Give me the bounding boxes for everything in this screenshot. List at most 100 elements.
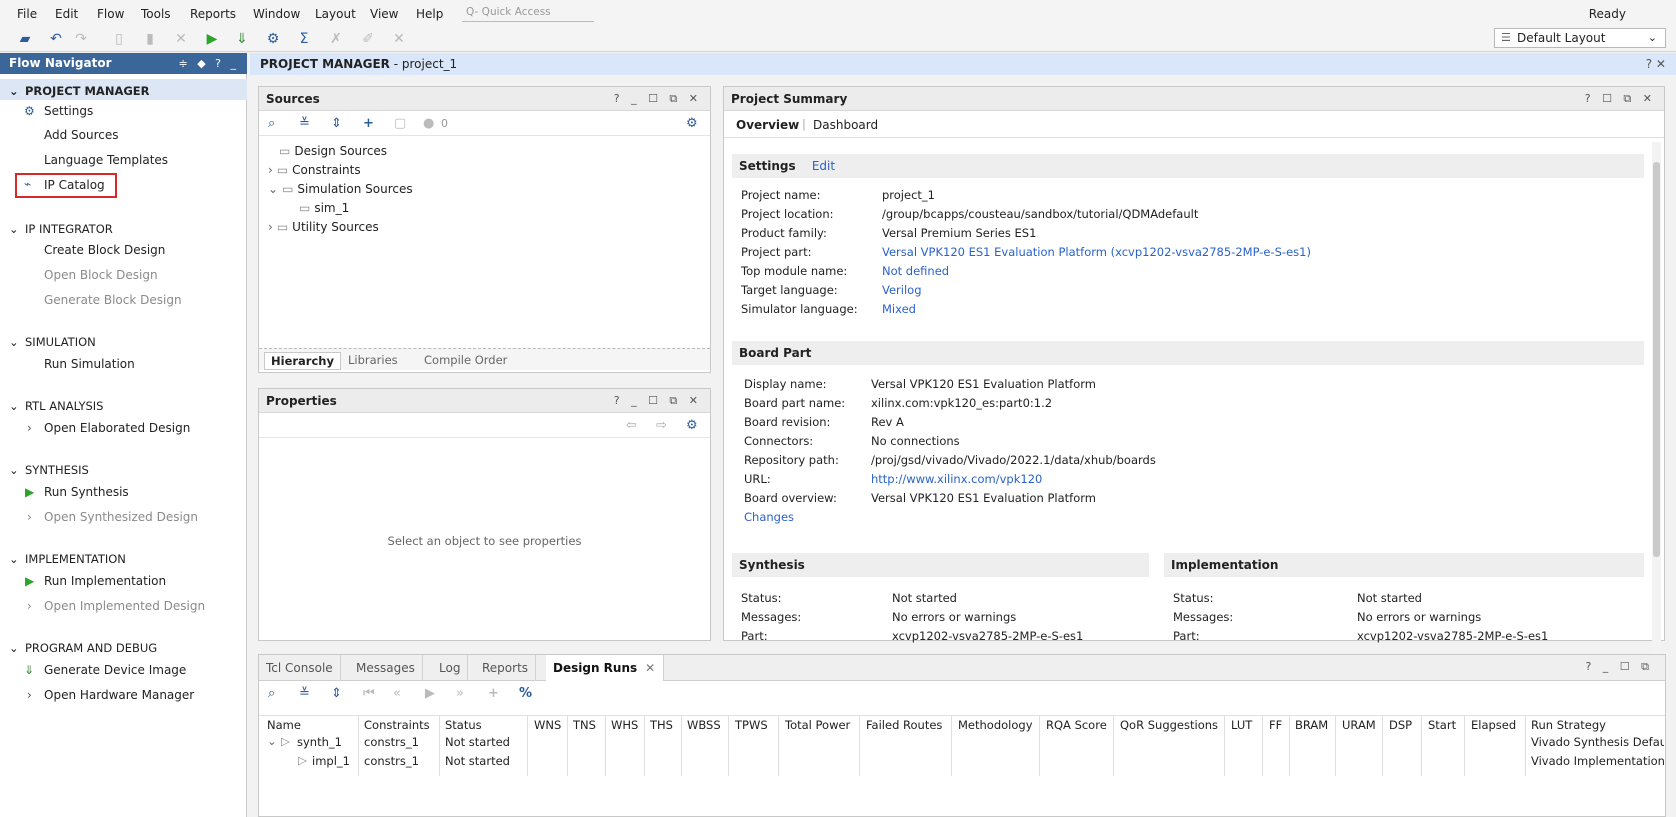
section-project-manager[interactable]: ⌄ PROJECT MANAGER	[9, 84, 150, 98]
generate-bitstream-icon[interactable]: ⇓	[233, 31, 251, 47]
section-synthesis[interactable]: ⌄ SYNTHESIS	[9, 463, 89, 477]
add-icon[interactable]: +	[488, 686, 499, 702]
nav-language-templates[interactable]: Language Templates	[44, 153, 168, 167]
col-qor-suggestions[interactable]: QoR Suggestions	[1120, 716, 1218, 734]
settings-edit-link[interactable]: Edit	[812, 159, 835, 173]
menu-flow[interactable]: Flow	[97, 7, 124, 21]
nav-run-simulation[interactable]: Run Simulation	[44, 357, 135, 371]
col-lut[interactable]: LUT	[1231, 716, 1252, 734]
redo-icon[interactable]: ↷	[72, 31, 90, 47]
tab-reports[interactable]: Reports	[475, 655, 537, 681]
col-failed-routes[interactable]: Failed Routes	[866, 716, 942, 734]
nav-open-implemented-design[interactable]: Open Implemented Design	[44, 599, 205, 613]
tab-design-runs[interactable]: Design Runs ✕	[546, 655, 665, 681]
tab-compile-order[interactable]: Compile Order	[418, 352, 513, 368]
rewind-icon[interactable]: «	[393, 686, 401, 702]
flow-navigator-controls[interactable]: ≑ ◆ ? _	[178, 53, 239, 74]
tree-utility-sources[interactable]: › ▭ Utility Sources	[268, 220, 379, 234]
copy-icon[interactable]: ▯	[110, 31, 128, 47]
section-implementation[interactable]: ⌄ IMPLEMENTATION	[9, 552, 126, 566]
sigma-icon[interactable]: Σ	[295, 31, 313, 47]
col-wns[interactable]: WNS	[534, 716, 561, 734]
cancel-icon[interactable]: ✕	[390, 31, 408, 47]
tab-tcl-console[interactable]: Tcl Console	[259, 655, 341, 681]
col-whs[interactable]: WHS	[611, 716, 638, 734]
layout-select[interactable]: ☰ Default Layout ⌄	[1494, 28, 1666, 48]
col-ths[interactable]: THS	[650, 716, 673, 734]
expand-all-icon[interactable]: ⇕	[331, 686, 342, 702]
expand-all-icon[interactable]: ⇕	[331, 116, 342, 132]
section-ip-integrator[interactable]: ⌄ IP INTEGRATOR	[9, 222, 113, 236]
tab-libraries[interactable]: Libraries	[342, 352, 404, 368]
nav-add-sources[interactable]: Add Sources	[44, 128, 119, 142]
help-doc-icon[interactable]: ▢	[394, 116, 406, 132]
menu-edit[interactable]: Edit	[55, 7, 78, 21]
close-icon[interactable]: ✕	[645, 655, 655, 681]
wand-icon[interactable]: ✐	[359, 31, 377, 47]
board-url-link[interactable]: http://www.xilinx.com/vpk120	[871, 472, 1042, 486]
col-tns[interactable]: TNS	[573, 716, 596, 734]
paste-icon[interactable]: ▮	[141, 31, 159, 47]
col-bram[interactable]: BRAM	[1295, 716, 1328, 734]
menu-reports[interactable]: Reports	[190, 7, 236, 21]
sources-controls[interactable]: ? _ ☐ ⧉ ✕	[614, 87, 702, 111]
simulator-language-link[interactable]: Mixed	[882, 302, 916, 316]
summary-controls[interactable]: ? ☐ ⧉ ✕	[1585, 87, 1656, 111]
col-total-power[interactable]: Total Power	[785, 716, 850, 734]
properties-controls[interactable]: ? _ ☐ ⧉ ✕	[614, 389, 702, 413]
board-changes-link[interactable]: Changes	[744, 510, 794, 524]
search-icon[interactable]: ⌕	[268, 116, 275, 132]
gear-icon[interactable]: ⚙	[686, 116, 698, 132]
col-constraints[interactable]: Constraints	[364, 716, 430, 734]
tree-sim-1[interactable]: ▭ sim_1	[299, 201, 349, 215]
menu-file[interactable]: File	[17, 7, 37, 21]
nav-create-block-design[interactable]: Create Block Design	[44, 243, 165, 257]
top-module-link[interactable]: Not defined	[882, 264, 949, 278]
play-icon[interactable]: ▶	[425, 686, 435, 702]
col-tpws[interactable]: TPWS	[735, 716, 768, 734]
tab-messages[interactable]: Messages	[349, 655, 423, 681]
nav-generate-block-design[interactable]: Generate Block Design	[44, 293, 182, 307]
tree-simulation-sources[interactable]: ⌄ ▭ Simulation Sources	[268, 182, 413, 196]
debug-icon[interactable]: ✗	[327, 31, 345, 47]
nav-run-implementation[interactable]: Run Implementation	[44, 574, 166, 588]
tree-constraints[interactable]: › ▭ Constraints	[268, 163, 361, 177]
col-run-strategy[interactable]: Run Strategy	[1531, 716, 1606, 734]
menu-help[interactable]: Help	[416, 7, 443, 21]
target-language-link[interactable]: Verilog	[882, 283, 922, 297]
collapse-all-icon[interactable]: ≚	[299, 686, 310, 702]
gear-icon[interactable]: ⚙	[686, 418, 698, 434]
tab-log[interactable]: Log	[432, 655, 469, 681]
bottom-controls[interactable]: ? _ ☐ ⧉	[1585, 660, 1653, 674]
tab-hierarchy[interactable]: Hierarchy	[264, 352, 341, 370]
col-elapsed[interactable]: Elapsed	[1471, 716, 1516, 734]
menu-view[interactable]: View	[370, 7, 398, 21]
summary-scroll-thumb[interactable]	[1653, 162, 1660, 557]
col-start[interactable]: Start	[1428, 716, 1456, 734]
add-icon[interactable]: +	[363, 116, 374, 132]
first-icon[interactable]: ⏮	[363, 686, 375, 702]
quick-access-input[interactable]: Q- Quick Access	[462, 4, 594, 22]
nav-open-elaborated-design[interactable]: Open Elaborated Design	[44, 421, 190, 435]
col-wbss[interactable]: WBSS	[687, 716, 721, 734]
section-program-and-debug[interactable]: ⌄ PROGRAM AND DEBUG	[9, 641, 157, 655]
project-part-link[interactable]: Versal VPK120 ES1 Evaluation Platform (x…	[882, 245, 1311, 259]
nav-open-hardware-manager[interactable]: Open Hardware Manager	[44, 688, 194, 702]
nav-run-synthesis[interactable]: Run Synthesis	[44, 485, 129, 499]
nav-generate-device-image[interactable]: Generate Device Image	[44, 663, 186, 677]
run-icon[interactable]: ▶	[203, 31, 221, 47]
menu-tools[interactable]: Tools	[141, 7, 171, 21]
percent-icon[interactable]: %	[519, 686, 532, 702]
col-uram[interactable]: URAM	[1342, 716, 1376, 734]
tree-design-sources[interactable]: ▭ Design Sources	[279, 144, 387, 158]
menu-layout[interactable]: Layout	[315, 7, 356, 21]
tab-dashboard[interactable]: Dashboard	[813, 118, 878, 132]
col-status[interactable]: Status	[445, 716, 482, 734]
fast-forward-icon[interactable]: »	[456, 686, 464, 702]
header-controls[interactable]: ? ✕	[1646, 53, 1666, 75]
forward-arrow-icon[interactable]: ⇨	[656, 418, 667, 434]
menu-window[interactable]: Window	[253, 7, 300, 21]
delete-icon[interactable]: ✕	[172, 31, 190, 47]
nav-open-block-design[interactable]: Open Block Design	[44, 268, 158, 282]
nav-settings[interactable]: Settings	[44, 104, 93, 118]
